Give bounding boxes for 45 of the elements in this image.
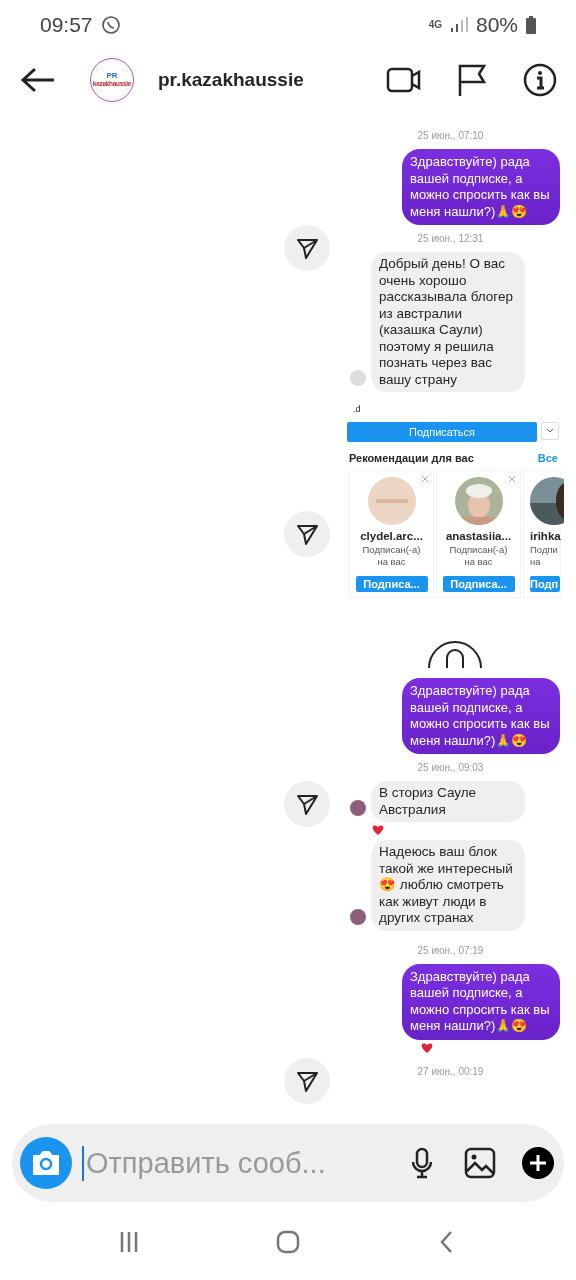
gallery-icon[interactable] bbox=[464, 1147, 496, 1179]
signal-icon bbox=[449, 17, 468, 33]
timestamp: 25 июн., 07:19 bbox=[416, 944, 485, 956]
follow-button[interactable]: Подписаться bbox=[347, 422, 537, 442]
received-message: Добрый день! О вас очень хорошо рассказывала блогер из австралии (казашка Саули) поэтому я решила познать через вас вашу страну bbox=[371, 252, 525, 392]
timestamp: 25 июн., 07:10 bbox=[416, 130, 485, 141]
network-type: 4G bbox=[428, 20, 442, 30]
sent-message: Здравствуйте) рада вашей подписке, а можно спросить как вы меня нашли?)🙏😍 bbox=[402, 678, 560, 754]
username: irihka bbox=[530, 530, 561, 542]
user-icon bbox=[426, 638, 483, 668]
plus-icon[interactable] bbox=[522, 1147, 554, 1179]
battery-icon bbox=[526, 16, 536, 34]
follow-status: Подписан(-а) на вас bbox=[361, 544, 422, 568]
timestamp: 25 июн., 09:03 bbox=[416, 762, 485, 773]
follow-button[interactable]: Подписа... bbox=[355, 576, 428, 592]
username[interactable]: pr.kazakhaussie bbox=[158, 69, 354, 91]
follow-status: Подпи на bbox=[530, 544, 559, 568]
follow-status: Подписан(-а) на вас bbox=[448, 544, 509, 568]
recommendations-title: Рекомендации для вас bbox=[349, 452, 474, 464]
paper-plane-icon bbox=[295, 236, 319, 260]
received-message: В сториз Сауле Австралия bbox=[371, 781, 525, 822]
profile-handle: .d bbox=[353, 404, 362, 414]
sent-message: Здравствуйте) рада вашей подписке, а можно спросить как вы меня нашли?)🙏😍 bbox=[402, 963, 560, 1040]
sent-message: Здравствуйте) рада вашей подписке, а можно спросить как вы меня нашли?)🙏😍 bbox=[402, 149, 560, 225]
username: clydel.arc... bbox=[360, 530, 423, 542]
info-icon[interactable] bbox=[522, 62, 558, 98]
username: anastasiia... bbox=[445, 530, 512, 542]
share-button[interactable] bbox=[284, 1057, 330, 1104]
follow-button[interactable]: Подп bbox=[530, 576, 560, 592]
timestamp: 27 июн., 00:19 bbox=[416, 1065, 485, 1077]
battery-level: 80% bbox=[475, 13, 518, 37]
share-button[interactable] bbox=[284, 225, 330, 271]
chevron-icon bbox=[546, 428, 554, 434]
home-icon[interactable] bbox=[274, 1228, 302, 1256]
paper-plane-icon bbox=[295, 522, 319, 546]
follow-button[interactable]: Подписа... bbox=[442, 576, 515, 592]
paper-plane-icon bbox=[295, 792, 319, 816]
share-button[interactable] bbox=[284, 781, 330, 827]
camera-icon bbox=[31, 1150, 61, 1176]
share-button[interactable] bbox=[284, 511, 330, 557]
see-all-link[interactable]: Все bbox=[537, 452, 558, 464]
clock: 09:57 bbox=[40, 13, 93, 37]
received-message: Надеюсь ваш блок такой же интересный 😍 люблю смотреть как живут люди в других странах bbox=[371, 840, 525, 931]
camera-button[interactable] bbox=[20, 1137, 72, 1189]
timestamp: 25 июн., 12:31 bbox=[416, 233, 485, 244]
